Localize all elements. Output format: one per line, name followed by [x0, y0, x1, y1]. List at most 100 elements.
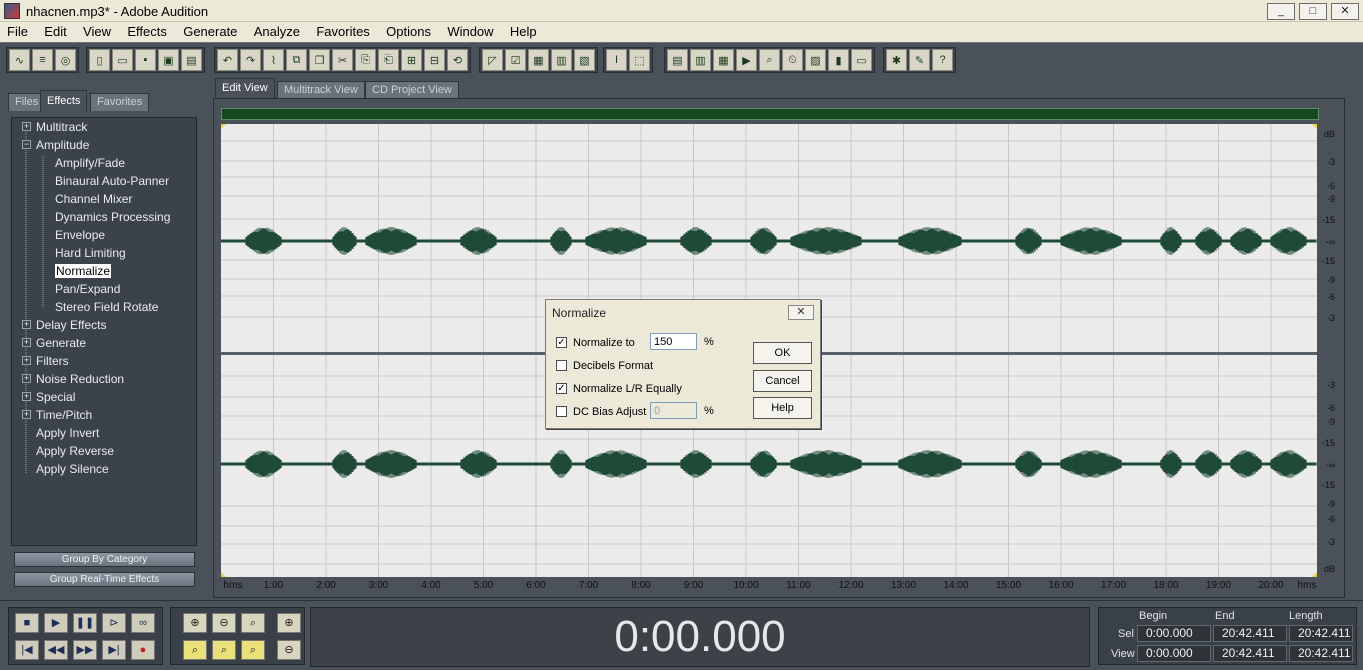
- tree-item-apply-reverse[interactable]: Apply Reverse: [36, 442, 114, 460]
- save-all-icon[interactable]: ▣: [158, 49, 179, 71]
- copy-new-icon[interactable]: ❐: [309, 49, 330, 71]
- menu-analyze[interactable]: Analyze: [247, 22, 306, 39]
- expand-icon[interactable]: +: [22, 374, 31, 383]
- sel-begin-field[interactable]: 0:00.000: [1137, 625, 1211, 642]
- tab-edit-view[interactable]: Edit View: [215, 78, 275, 98]
- spectral-pan-icon[interactable]: ▧: [574, 49, 595, 71]
- scripts-icon[interactable]: ✎: [909, 49, 930, 71]
- pause-icon[interactable]: ❚❚: [73, 613, 97, 633]
- new-file-icon[interactable]: ▯: [89, 49, 110, 71]
- tree-item-hard-limiting[interactable]: Hard Limiting: [55, 244, 126, 262]
- view-begin-field[interactable]: 0:00.000: [1137, 645, 1211, 662]
- tree-item-stereo-field-rotate[interactable]: Stereo Field Rotate: [55, 298, 158, 316]
- menu-effects[interactable]: Effects: [120, 22, 173, 39]
- tree-item-amplitude[interactable]: − Amplitude: [22, 136, 89, 154]
- fast-forward-icon[interactable]: ▶▶: [73, 640, 97, 660]
- help-button[interactable]: Help: [753, 397, 812, 419]
- expand-icon[interactable]: +: [22, 356, 31, 365]
- delete-icon[interactable]: ⊟: [424, 49, 445, 71]
- tree-item-delay-effects[interactable]: + Delay Effects: [22, 316, 106, 334]
- tab-favorites[interactable]: Favorites: [90, 93, 150, 111]
- transport-window-icon[interactable]: ▶: [736, 49, 757, 71]
- tree-item-amplify-fade[interactable]: Amplify/Fade: [55, 154, 125, 172]
- tree-item-filters[interactable]: + Filters: [22, 352, 69, 370]
- go-to-beginning-icon[interactable]: |◀: [15, 640, 39, 660]
- tree-item-normalize[interactable]: Normalize: [55, 262, 112, 280]
- time-selection-tool-icon[interactable]: I: [606, 49, 627, 71]
- decibels-format-checkbox[interactable]: [556, 360, 567, 371]
- play-icon[interactable]: ▶: [44, 613, 68, 633]
- redo-icon[interactable]: ↷: [240, 49, 261, 71]
- tree-item-apply-silence[interactable]: Apply Silence: [36, 460, 109, 478]
- menu-favorites[interactable]: Favorites: [309, 22, 375, 39]
- marquee-tool-icon[interactable]: ⬚: [629, 49, 650, 71]
- tree-item-apply-invert[interactable]: Apply Invert: [36, 424, 99, 442]
- tab-multitrack-view[interactable]: Multitrack View: [277, 81, 365, 98]
- expand-icon[interactable]: +: [22, 122, 31, 131]
- repeat-icon[interactable]: ⟲: [447, 49, 468, 71]
- zoom-window-icon[interactable]: ⌕: [759, 49, 780, 71]
- tree-item-special[interactable]: + Special: [22, 388, 75, 406]
- expand-icon[interactable]: +: [22, 338, 31, 347]
- copy-icon[interactable]: ⧉: [286, 49, 307, 71]
- maximize-button[interactable]: □: [1299, 3, 1327, 20]
- record-icon[interactable]: ●: [131, 640, 155, 660]
- envelope-icon[interactable]: ◸: [482, 49, 503, 71]
- help-icon[interactable]: ?: [932, 49, 953, 71]
- tab-effects[interactable]: Effects: [40, 90, 88, 111]
- time-window-icon[interactable]: ⏲: [782, 49, 803, 71]
- menu-help[interactable]: Help: [503, 22, 543, 39]
- menu-generate[interactable]: Generate: [176, 22, 243, 39]
- menu-file[interactable]: File: [0, 22, 34, 39]
- collapse-icon[interactable]: −: [22, 140, 31, 149]
- tree-item-generate[interactable]: + Generate: [22, 334, 86, 352]
- loop-icon[interactable]: ∞: [131, 613, 155, 633]
- multitrack-view-icon[interactable]: ≡: [32, 49, 53, 71]
- tree-item-time-pitch[interactable]: + Time/Pitch: [22, 406, 92, 424]
- zoom-left-edge-icon[interactable]: ⌕: [212, 640, 236, 660]
- group-realtime-effects-button[interactable]: Group Real-Time Effects: [14, 572, 195, 587]
- selection-window-icon[interactable]: ▨: [805, 49, 826, 71]
- zoom-out-horizontal-icon[interactable]: ⊖: [212, 613, 236, 633]
- dc-bias-input[interactable]: [650, 402, 697, 419]
- tree-item-noise-reduction[interactable]: + Noise Reduction: [22, 370, 124, 388]
- tree-item-dynamics-processing[interactable]: Dynamics Processing: [55, 208, 170, 226]
- mixer-icon[interactable]: ▥: [690, 49, 711, 71]
- normalize-to-input[interactable]: [650, 333, 697, 350]
- tree-item-channel-mixer[interactable]: Channel Mixer: [55, 190, 132, 208]
- clip-window-icon[interactable]: ▦: [713, 49, 734, 71]
- zoom-out-vertical-icon[interactable]: ⊖: [277, 640, 301, 660]
- cd-view-icon[interactable]: ◎: [55, 49, 76, 71]
- open-file-icon[interactable]: ▭: [112, 49, 133, 71]
- view-length-field[interactable]: 20:42.411: [1289, 645, 1353, 662]
- zoom-right-edge-icon[interactable]: ⌕: [241, 640, 265, 660]
- minimize-button[interactable]: _: [1267, 3, 1295, 20]
- waveform-overview-bar[interactable]: [221, 108, 1319, 120]
- edit-view-icon[interactable]: ∿: [9, 49, 30, 71]
- menu-window[interactable]: Window: [440, 22, 499, 39]
- go-to-end-icon[interactable]: ▶|: [102, 640, 126, 660]
- undo-icon[interactable]: ↶: [217, 49, 238, 71]
- normalize-lr-checkbox[interactable]: ✓: [556, 383, 567, 394]
- paste-icon[interactable]: ⎘: [355, 49, 376, 71]
- tree-item-pan-expand[interactable]: Pan/Expand: [55, 280, 120, 298]
- spectral-pitch-icon[interactable]: ▥: [551, 49, 572, 71]
- ok-button[interactable]: OK: [753, 342, 812, 364]
- level-meter-icon[interactable]: ▮: [828, 49, 849, 71]
- close-button[interactable]: ✕: [1331, 3, 1359, 20]
- group-by-category-button[interactable]: Group By Category: [14, 552, 195, 567]
- organizer-icon[interactable]: ▤: [667, 49, 688, 71]
- cut-icon[interactable]: ✂: [332, 49, 353, 71]
- cancel-button[interactable]: Cancel: [753, 370, 812, 392]
- normalize-to-checkbox[interactable]: ✓: [556, 337, 567, 348]
- info-window-icon[interactable]: ▭: [851, 49, 872, 71]
- save-icon[interactable]: ▪: [135, 49, 156, 71]
- mix-paste-icon[interactable]: ⊞: [401, 49, 422, 71]
- spectral-icon[interactable]: ▦: [528, 49, 549, 71]
- sel-end-field[interactable]: 20:42.411: [1213, 625, 1287, 642]
- tree-item-envelope[interactable]: Envelope: [55, 226, 105, 244]
- expand-icon[interactable]: +: [22, 320, 31, 329]
- tree-item-binaural-auto-panner[interactable]: Binaural Auto-Panner: [55, 172, 169, 190]
- trim-icon[interactable]: ⌇: [263, 49, 284, 71]
- menu-options[interactable]: Options: [379, 22, 437, 39]
